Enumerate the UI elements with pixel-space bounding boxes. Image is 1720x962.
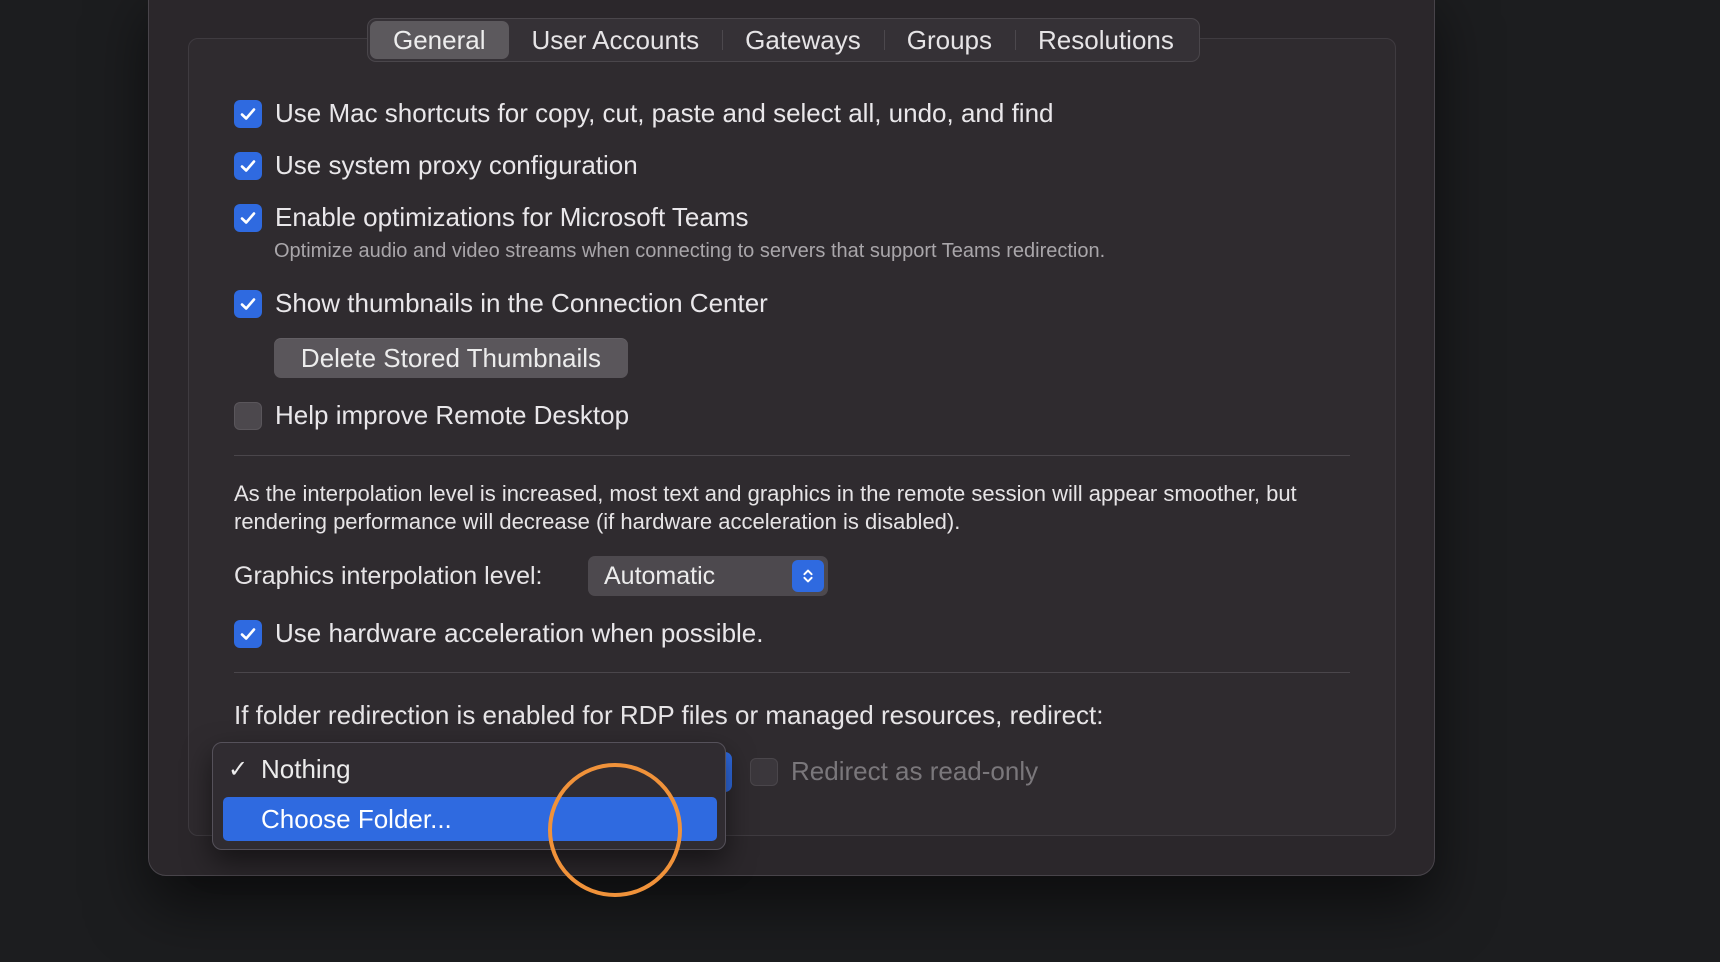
tab-groups[interactable]: Groups	[883, 21, 1015, 59]
teams-optimization-checkbox[interactable]	[234, 203, 262, 232]
teams-optimization-label: Enable optimizations for Microsoft Teams	[275, 202, 749, 232]
teams-optimization-description: Optimize audio and video streams when co…	[274, 240, 1106, 262]
menu-item-label: Choose Folder...	[261, 803, 452, 834]
menu-item-nothing[interactable]: ✓ Nothing	[223, 747, 717, 791]
redirect-read-only-label: Redirect as read-only	[791, 756, 1039, 786]
section-divider	[234, 455, 1350, 456]
hardware-acceleration-checkbox[interactable]	[234, 619, 262, 648]
tab-user-accounts[interactable]: User Accounts	[509, 21, 723, 59]
help-improve-label: Help improve Remote Desktop	[275, 400, 630, 430]
mac-shortcuts-label: Use Mac shortcuts for copy, cut, paste a…	[275, 98, 1054, 128]
interpolation-description: As the interpolation level is increased,…	[234, 481, 1297, 534]
redirect-read-only-checkbox[interactable]	[750, 757, 778, 786]
interpolation-level-label: Graphics interpolation level:	[234, 562, 543, 590]
folder-redirect-menu: ✓ Nothing Choose Folder...	[212, 742, 726, 850]
menu-item-choose-folder[interactable]: Choose Folder...	[223, 797, 717, 841]
hardware-acceleration-label: Use hardware acceleration when possible.	[275, 618, 764, 648]
delete-stored-thumbnails-button[interactable]: Delete Stored Thumbnails	[274, 338, 628, 378]
checkmark-icon	[240, 211, 256, 224]
checkmark-icon	[240, 627, 256, 640]
system-proxy-row[interactable]: Use system proxy configuration	[234, 150, 638, 181]
tab-resolutions[interactable]: Resolutions	[1015, 21, 1197, 59]
mac-shortcuts-checkbox[interactable]	[234, 99, 262, 128]
section-divider	[234, 672, 1350, 673]
mac-shortcuts-row[interactable]: Use Mac shortcuts for copy, cut, paste a…	[234, 98, 1054, 129]
thumbnails-row[interactable]: Show thumbnails in the Connection Center	[234, 288, 768, 319]
checkmark-icon	[240, 297, 256, 310]
selected-checkmark-icon: ✓	[227, 755, 249, 783]
interpolation-level-select[interactable]: Automatic	[588, 556, 828, 596]
system-proxy-checkbox[interactable]	[234, 151, 262, 180]
tab-gateways[interactable]: Gateways	[722, 21, 884, 59]
folder-redirection-description: If folder redirection is enabled for RDP…	[234, 700, 1104, 730]
system-proxy-label: Use system proxy configuration	[275, 150, 638, 180]
chevron-up-down-icon	[792, 560, 824, 592]
interpolation-level-value: Automatic	[604, 561, 716, 590]
thumbnails-checkbox[interactable]	[234, 289, 262, 318]
preferences-tab-bar: General User Accounts Gateways Groups Re…	[367, 18, 1200, 62]
thumbnails-label: Show thumbnails in the Connection Center	[275, 288, 768, 318]
hardware-acceleration-row[interactable]: Use hardware acceleration when possible.	[234, 618, 764, 649]
menu-item-label: Nothing	[261, 753, 351, 784]
checkmark-icon	[240, 107, 256, 120]
help-improve-row[interactable]: Help improve Remote Desktop	[234, 400, 629, 431]
teams-optimization-row[interactable]: Enable optimizations for Microsoft Teams	[234, 202, 749, 233]
checkmark-icon	[240, 159, 256, 172]
help-improve-checkbox[interactable]	[234, 401, 262, 430]
redirect-read-only-row[interactable]: Redirect as read-only	[750, 756, 1038, 787]
tab-general[interactable]: General	[370, 21, 509, 59]
